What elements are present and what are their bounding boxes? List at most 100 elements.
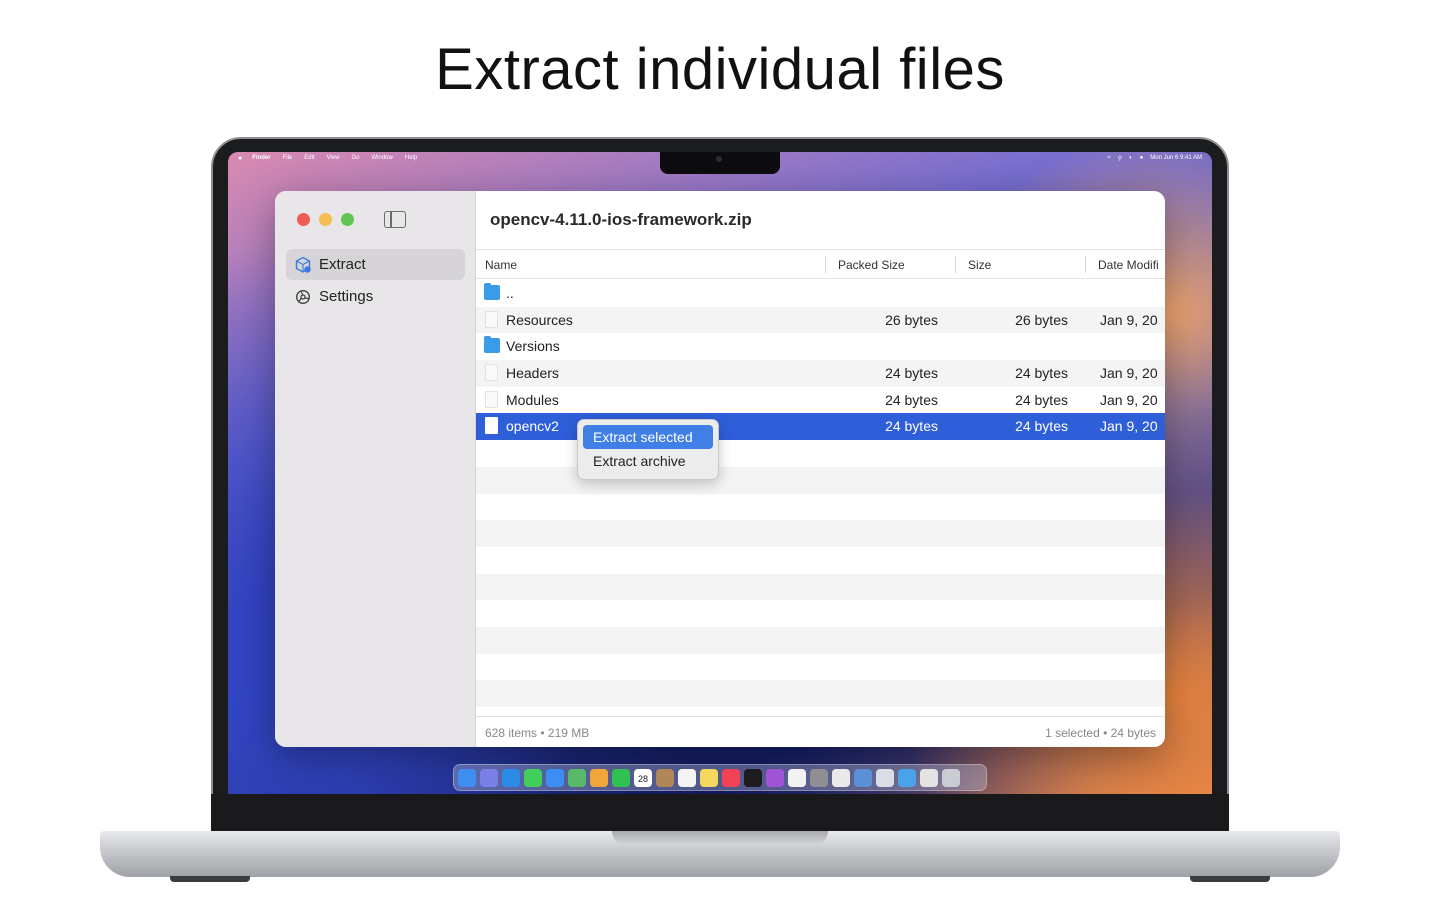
table-row[interactable]: Modules 24 bytes 24 bytes Jan 9, 20 (476, 387, 1165, 414)
status-selection: 1 selected • 24 bytes (1045, 726, 1156, 740)
podcasts-icon[interactable] (766, 768, 784, 787)
row-date: Jan 9, 20 (1100, 418, 1158, 435)
facetime-icon[interactable] (612, 768, 630, 787)
row-date: Jan 9, 20 (1100, 365, 1158, 382)
menu-edit[interactable]: Edit (304, 155, 314, 161)
menu-go[interactable]: Go (352, 155, 360, 161)
column-divider[interactable] (825, 256, 826, 273)
sidebar-toggle-icon[interactable] (384, 211, 406, 228)
calendar-icon[interactable]: 28 (634, 768, 652, 787)
empty-row (476, 573, 1165, 601)
column-divider[interactable] (1085, 256, 1086, 273)
menu-file[interactable]: File (283, 155, 293, 161)
menu-view[interactable]: View (327, 155, 340, 161)
package-icon (294, 256, 312, 274)
launchpad-icon[interactable] (480, 768, 498, 787)
trash-icon[interactable] (942, 768, 960, 787)
contacts-icon[interactable] (656, 768, 674, 787)
pages-icon[interactable] (832, 768, 850, 787)
app-window: Extract Settings opencv-4.11.0-ios-frame… (275, 191, 1165, 747)
status-item-count: 628 items • 219 MB (485, 726, 590, 740)
minimize-button[interactable] (319, 213, 332, 226)
menu-app-name[interactable]: Finder (252, 155, 270, 161)
table-row[interactable]: Resources 26 bytes 26 bytes Jan 9, 20 (476, 306, 1165, 334)
empty-row (476, 600, 1165, 627)
headline: Extract individual files (435, 37, 1005, 102)
menu-clock[interactable]: Mon Jun 6 9:41 AM (1150, 155, 1202, 162)
dock: 28 (453, 764, 987, 791)
empty-row (476, 494, 1165, 521)
control-center-icon[interactable]: ◐ (1129, 155, 1133, 162)
menu-help[interactable]: Help (405, 155, 417, 161)
folder-icon[interactable] (898, 768, 916, 787)
search-icon[interactable]: ⚲ (1118, 155, 1122, 162)
photos-icon[interactable] (590, 768, 608, 787)
row-name: opencv2 (506, 418, 559, 435)
table-row[interactable]: Headers 24 bytes 24 bytes Jan 9, 20 (476, 360, 1165, 387)
row-name: Modules (506, 391, 559, 408)
row-name: Headers (506, 365, 559, 382)
table-row[interactable]: Versions (476, 333, 1165, 360)
menu-bar: ● Finder File Edit View Go Window Help ≈… (228, 152, 1212, 164)
row-packed-size: 24 bytes (885, 365, 938, 382)
laptop-chin (211, 794, 1229, 832)
zoom-button[interactable] (341, 213, 354, 226)
apple-icon[interactable]: ● (238, 155, 242, 162)
column-header-size[interactable]: Size (968, 258, 991, 272)
laptop-foot-right (1190, 876, 1270, 882)
menu-extras: ≈ ⚲ ◐ ● Mon Jun 6 9:41 AM (1107, 155, 1202, 162)
row-name: Versions (506, 338, 560, 355)
gear-icon (294, 288, 312, 306)
folder-icon (484, 336, 500, 354)
mail-icon[interactable] (546, 768, 564, 787)
table-row[interactable]: .. (476, 280, 1165, 307)
folder-icon (484, 283, 500, 300)
news-icon[interactable] (788, 768, 806, 787)
menu-item-extract-selected[interactable]: Extract selected (583, 425, 713, 449)
notes-icon[interactable] (700, 768, 718, 787)
sidebar-item-label: Settings (319, 288, 374, 305)
user-icon[interactable]: ● (1140, 155, 1144, 162)
menu-window[interactable]: Window (372, 155, 393, 161)
preview-icon[interactable] (854, 768, 872, 787)
status-bar: 628 items • 219 MB 1 selected • 24 bytes (476, 716, 1165, 747)
app-icon[interactable] (876, 768, 894, 787)
empty-row (476, 626, 1165, 654)
safari-icon[interactable] (502, 768, 520, 787)
maps-icon[interactable] (568, 768, 586, 787)
column-divider[interactable] (955, 256, 956, 273)
row-size: 24 bytes (1015, 418, 1068, 435)
sidebar-item-settings[interactable]: Settings (286, 281, 465, 312)
row-packed-size: 26 bytes (885, 311, 938, 328)
reminders-icon[interactable] (678, 768, 696, 787)
window-title: opencv-4.11.0-ios-framework.zip (490, 210, 752, 229)
column-header-packed-size[interactable]: Packed Size (838, 258, 905, 272)
column-header-name[interactable]: Name (485, 258, 517, 272)
file-icon (485, 364, 498, 382)
finder-icon[interactable] (458, 768, 476, 787)
settings-icon[interactable] (810, 768, 828, 787)
row-name: Resources (506, 311, 573, 328)
empty-row (476, 680, 1165, 707)
row-size: 24 bytes (1015, 365, 1068, 382)
table-header: Name Packed Size Size Date Modifi (476, 249, 1165, 279)
tv-icon[interactable] (744, 768, 762, 787)
sidebar-item-extract[interactable]: Extract (286, 249, 465, 280)
menu-item-extract-archive[interactable]: Extract archive (583, 449, 713, 473)
empty-row (476, 707, 1165, 716)
messages-icon[interactable] (524, 768, 542, 787)
close-button[interactable] (297, 213, 310, 226)
documents-icon[interactable] (920, 768, 938, 787)
row-packed-size: 24 bytes (885, 418, 938, 435)
empty-row (476, 654, 1165, 681)
wifi-icon[interactable]: ≈ (1107, 155, 1110, 162)
row-date: Jan 9, 20 (1100, 311, 1158, 328)
file-icon (485, 310, 498, 328)
column-header-date-modified[interactable]: Date Modifi (1098, 258, 1159, 272)
row-size: 24 bytes (1015, 391, 1068, 408)
music-icon[interactable] (722, 768, 740, 787)
file-icon (485, 390, 498, 408)
empty-row (476, 520, 1165, 547)
context-menu: Extract selected Extract archive (577, 419, 719, 480)
sidebar: Extract Settings (275, 191, 476, 747)
